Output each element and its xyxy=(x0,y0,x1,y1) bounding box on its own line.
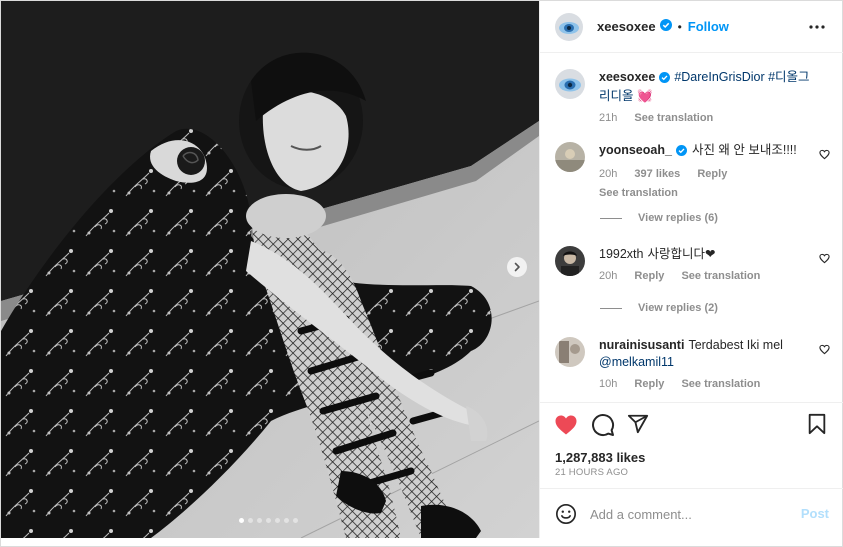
caption: xeesoxee #DareInGrisDior #디올그리디올 💓 21h Se… xyxy=(555,69,830,129)
comment-meta: 10h Reply See translation xyxy=(599,376,814,393)
comment-meta: 20h 397 likes Reply xyxy=(599,166,814,183)
view-replies-button[interactable]: View replies (2) xyxy=(600,302,718,314)
comment-reply-button[interactable]: Reply xyxy=(697,168,727,180)
next-slide-button[interactable] xyxy=(507,257,527,277)
caption-see-translation[interactable]: See translation xyxy=(634,112,713,124)
post-actions xyxy=(540,402,843,444)
caption-avatar[interactable] xyxy=(555,69,585,99)
post-timestamp: 21 HOURS AGO xyxy=(555,467,629,478)
caption-meta: 21h See translation xyxy=(599,110,814,127)
caption-body: xeesoxee #DareInGrisDior #디올그리디올 💓 21h Se… xyxy=(599,69,814,127)
share-icon xyxy=(627,414,649,434)
comment-username[interactable]: nurainisusanti xyxy=(599,338,684,352)
commenter-avatar[interactable] xyxy=(555,246,585,276)
header-separator: • xyxy=(677,19,682,34)
comment-body: nurainisusanti Terdabest Iki mel @melkami… xyxy=(599,337,814,393)
comment-like-button[interactable] xyxy=(819,149,830,163)
more-icon xyxy=(809,25,825,29)
post-photo xyxy=(1,1,539,538)
slide-dot xyxy=(284,518,289,523)
chevron-right-icon xyxy=(514,262,520,272)
comment-like-button[interactable] xyxy=(819,253,830,267)
author-username[interactable]: xeesoxee xyxy=(597,19,656,34)
comment-text: 사랑합니다❤ xyxy=(647,247,716,261)
share-button[interactable] xyxy=(627,413,649,438)
comments-list: xeesoxee #DareInGrisDior #디올그리디올 💓 21h Se… xyxy=(540,54,843,401)
verified-icon xyxy=(675,144,687,161)
commenter-avatar[interactable] xyxy=(555,337,585,367)
more-options-button[interactable] xyxy=(807,17,827,40)
comment-username[interactable]: yoonseoah_ xyxy=(599,143,672,157)
view-replies-label: View replies (6) xyxy=(638,212,718,224)
like-button[interactable] xyxy=(554,413,578,440)
comment-text: 사진 왜 안 보내조!!!! xyxy=(691,143,797,157)
slide-dot xyxy=(257,518,262,523)
save-button[interactable] xyxy=(807,413,827,438)
comment-mention[interactable]: @melkamil11 xyxy=(599,355,674,369)
author-avatar[interactable] xyxy=(555,12,583,41)
like-count[interactable]: 1,287,883 likes xyxy=(555,450,645,465)
comment-text: Terdabest Iki mel xyxy=(688,338,783,352)
comment-icon xyxy=(592,414,615,437)
slide-dot xyxy=(275,518,280,523)
replies-divider xyxy=(600,307,622,309)
comment-time: 20h xyxy=(599,270,618,282)
verified-icon xyxy=(659,71,671,88)
emoji-button[interactable] xyxy=(555,503,577,528)
add-comment-bar: Post xyxy=(540,488,843,538)
slide-indicator xyxy=(239,518,298,523)
instagram-post-modal: xeesoxee • Follow xeesoxee #DareInGrisDi… xyxy=(0,0,843,547)
view-replies-label: View replies (2) xyxy=(638,302,718,314)
slide-dot xyxy=(266,518,271,523)
commenter-avatar[interactable] xyxy=(555,142,585,172)
heart-icon xyxy=(819,344,830,355)
bookmark-icon xyxy=(808,413,826,435)
comment-item: yoonseoah_ 사진 왜 안 보내조!!!! 20h 397 likes R… xyxy=(555,142,830,202)
comment-reply-button[interactable]: Reply xyxy=(634,270,664,282)
comment-button[interactable] xyxy=(591,413,615,440)
comment-like-button[interactable] xyxy=(819,344,830,358)
comment-see-translation[interactable]: See translation xyxy=(599,185,814,202)
comment-item: 1992xth 사랑합니다❤ 20h Reply See translation xyxy=(555,246,830,286)
comment-item: nurainisusanti Terdabest Iki mel @melkami… xyxy=(555,337,830,397)
post-header: xeesoxee • Follow xyxy=(540,1,843,53)
follow-button[interactable]: Follow xyxy=(688,19,729,34)
post-comment-button[interactable]: Post xyxy=(801,506,829,521)
replies-divider xyxy=(600,217,622,219)
comment-body: 1992xth 사랑합니다❤ 20h Reply See translation xyxy=(599,246,814,285)
heart-icon xyxy=(555,415,577,435)
comment-likes[interactable]: 397 likes xyxy=(634,168,680,180)
comment-reply-button[interactable]: Reply xyxy=(634,378,664,390)
emoji-icon xyxy=(556,504,576,524)
comment-meta: 20h Reply See translation xyxy=(599,268,814,285)
comment-input[interactable] xyxy=(590,503,790,525)
slide-dot xyxy=(248,518,253,523)
comment-see-translation[interactable]: See translation xyxy=(681,378,760,390)
comment-body: yoonseoah_ 사진 왜 안 보내조!!!! 20h 397 likes R… xyxy=(599,142,814,202)
comment-time: 20h xyxy=(599,168,618,180)
caption-time: 21h xyxy=(599,112,618,124)
heart-icon xyxy=(819,149,830,160)
comment-time: 10h xyxy=(599,378,618,390)
heart-icon xyxy=(819,253,830,264)
verified-icon xyxy=(659,19,672,34)
view-replies-button[interactable]: View replies (6) xyxy=(600,212,718,224)
slide-dot xyxy=(293,518,298,523)
caption-username[interactable]: xeesoxee xyxy=(599,70,655,84)
post-side-panel: xeesoxee • Follow xeesoxee #DareInGrisDi… xyxy=(539,1,843,538)
slide-dot xyxy=(239,518,244,523)
photo-illustration xyxy=(1,1,539,538)
comment-see-translation[interactable]: See translation xyxy=(681,270,760,282)
comment-username[interactable]: 1992xth xyxy=(599,247,643,261)
